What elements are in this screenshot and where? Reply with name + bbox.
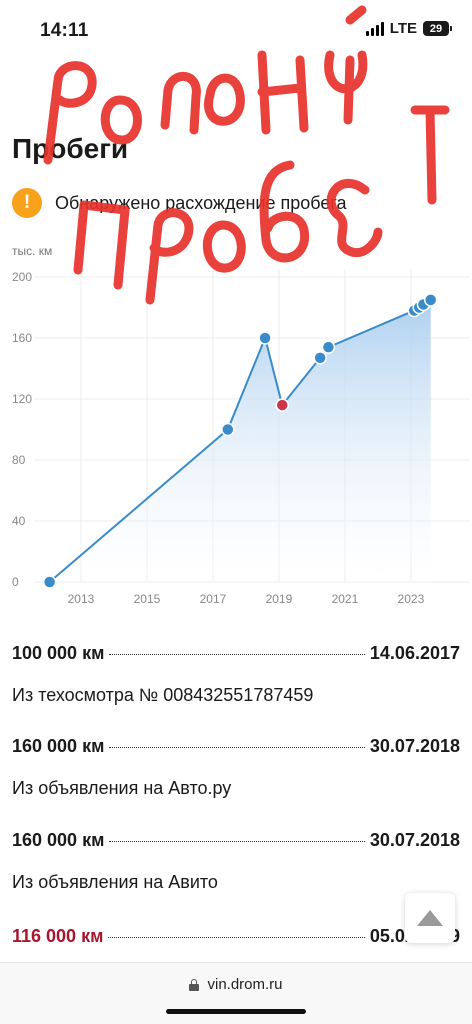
x-tick-label: 2013 [68, 592, 95, 606]
mileage-chart: тыс. км 0 40 80 120 160 200 2013 2015 2017 2019 20… [12, 244, 470, 606]
entry-date: 14.06.2017 [369, 643, 460, 663]
x-tick-label: 2019 [266, 592, 293, 606]
status-icons: LTE 29 [365, 20, 452, 37]
entry-date: 30.07.2018 [369, 736, 460, 756]
warning-text: Обнаружено расхождение пробега [55, 192, 347, 213]
y-tick-label: 0 [12, 575, 19, 589]
entry-km: 160 000 км [12, 830, 105, 850]
chart-point-discrepancy[interactable] [275, 398, 289, 412]
status-time: 14:11 [40, 20, 89, 41]
entry-source: Из техосмотра № 008432551787459 [12, 685, 314, 705]
mileage-entry: 160 000 км 30.07.2018 Из объявления на А… [12, 736, 460, 799]
chart-point[interactable] [313, 351, 327, 365]
chart-point[interactable] [42, 575, 57, 589]
chart-point[interactable] [423, 293, 438, 307]
x-tick-label: 2015 [134, 592, 161, 606]
arrow-up-icon [417, 910, 443, 926]
chart-point[interactable] [258, 331, 272, 345]
entry-km: 116 000 км [12, 926, 104, 946]
battery-level: 29 [423, 21, 449, 36]
chart-area [49, 299, 431, 582]
home-indicator[interactable] [166, 1009, 306, 1014]
chart-unit-label: тыс. км [12, 244, 52, 258]
url-text: vin.drom.ru [207, 976, 283, 993]
signal-icon [365, 21, 384, 36]
page-title: Пробеги [12, 133, 129, 164]
y-tick-label: 80 [12, 453, 26, 467]
y-tick-label: 200 [12, 270, 32, 284]
y-tick-label: 120 [12, 392, 32, 406]
browser-bottom-bar: vin.drom.ru [0, 962, 472, 1024]
x-tick-label: 2023 [398, 592, 425, 606]
y-tick-label: 40 [12, 514, 26, 528]
x-tick-label: 2017 [200, 592, 227, 606]
entry-source: Из объявления на Авто.ру [12, 778, 232, 798]
battery-icon: 29 [423, 21, 452, 36]
chart-point[interactable] [321, 340, 336, 354]
status-bar: 14:11 LTE 29 [0, 0, 472, 60]
entry-date: 30.07.2018 [369, 830, 460, 850]
address-bar[interactable]: vin.drom.ru [0, 976, 472, 993]
entry-source: Из объявления на Авито [12, 872, 218, 892]
scroll-to-top-button[interactable] [405, 893, 455, 943]
mileage-warning: ! Обнаружено расхождение пробега [12, 188, 347, 218]
warning-icon: ! [12, 188, 42, 218]
x-tick-label: 2021 [332, 592, 359, 606]
entry-km: 160 000 км [12, 736, 105, 756]
network-type: LTE [389, 20, 417, 37]
chart-point[interactable] [221, 422, 235, 437]
mileage-entry: 160 000 км 30.07.2018 Из объявления на А… [12, 830, 460, 893]
entry-km: 100 000 км [12, 643, 105, 663]
mileage-entry-discrepancy: 116 000 км 05.02.2019 [12, 926, 460, 952]
lock-icon [189, 978, 200, 991]
mileage-entry: 100 000 км 14.06.2017 Из техосмотра № 00… [12, 643, 460, 706]
y-tick-label: 160 [12, 331, 32, 345]
